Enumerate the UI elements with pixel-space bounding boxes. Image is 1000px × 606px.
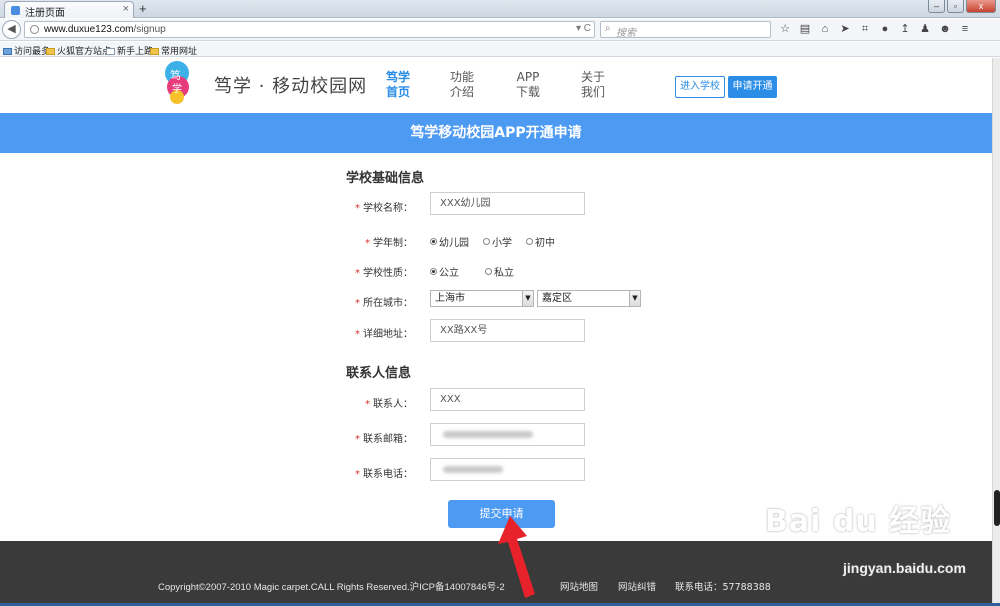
new-tab-button[interactable]: + (139, 1, 147, 16)
home-icon[interactable]: ⌂ (818, 22, 832, 36)
school-type-label: * 学校性质： (355, 268, 413, 279)
page-scrollbar[interactable] (992, 58, 1000, 603)
search-icon: ⌕ (605, 23, 611, 34)
page-title: 笃学移动校园APP开通申请 (0, 113, 992, 153)
school-section-title: 学校基础信息 (346, 171, 425, 186)
bookmark-icon (3, 48, 12, 55)
url-text: www.duxue123.com/signup (44, 24, 166, 35)
radio-private[interactable]: 私立 (485, 264, 514, 279)
baidu-watermark: Bai du 经验 jingyan.baidu.com (765, 496, 966, 576)
apply-button[interactable]: 申请开通 (728, 76, 777, 98)
watermark-url: jingyan.baidu.com (843, 560, 966, 576)
bookmark-item[interactable]: 新手上路 (106, 44, 153, 57)
address-input[interactable]: XX路XX号 (430, 319, 585, 342)
share-icon[interactable]: ↥ (898, 22, 912, 36)
crop-icon[interactable]: ⌗ (858, 22, 872, 36)
radio-unchecked-icon (485, 268, 492, 275)
radio-unchecked-icon (483, 238, 490, 245)
browser-tab-bar: 注册页面 × + – ▫ x (0, 0, 1000, 19)
radio-junior-high[interactable]: 初中 (526, 234, 555, 249)
maximize-button[interactable]: ▫ (947, 0, 964, 13)
dropdown-arrow-icon: ▼ (629, 291, 640, 306)
radio-primary[interactable]: 小学 (483, 234, 512, 249)
email-field[interactable] (430, 423, 585, 446)
watermark-brand: Bai du 经验 (765, 504, 952, 539)
svg-text:笃: 笃 (170, 68, 181, 82)
sitemap-link[interactable]: 网站地图 (560, 579, 598, 593)
radio-checked-icon (430, 268, 437, 275)
close-window-button[interactable]: x (966, 0, 996, 13)
folder-icon (150, 48, 159, 55)
bookmarks-bar: 访问最多 火狐官方站点 新手上路 常用网址 (0, 42, 1000, 57)
minimize-button[interactable]: – (928, 0, 945, 13)
contact-section-title: 联系人信息 (346, 366, 412, 381)
url-path: /signup (133, 24, 166, 35)
contact-name-input[interactable]: XXX (430, 388, 585, 411)
nav-item-app-download[interactable]: APP 下载 (510, 70, 546, 100)
person-icon[interactable]: ♟ (918, 22, 932, 36)
site-header: 笃 学 笃学 · 移动校园网 笃学 首页 功能 介绍 APP 下载 关于 我们 进入学校… (0, 58, 1000, 113)
school-type-radio-group: 公立 私立 (430, 264, 528, 279)
bookmark-item[interactable]: 火狐官方站点 (46, 44, 111, 57)
address-label: * 详细地址： (355, 329, 413, 340)
footer-phone: 联系电话：57788388 (675, 582, 771, 593)
toolbar-icons: ☆ ▤ ⌂ ➤ ⌗ ● ↥ ♟ ☻ ≡ (778, 22, 978, 36)
url-bar[interactable]: www.duxue123.com/signup ▾ C (24, 21, 595, 38)
enter-school-button[interactable]: 进入学校 (675, 76, 725, 98)
browser-tab[interactable]: 注册页面 × (4, 1, 134, 19)
url-host: www.duxue123.com (44, 24, 134, 35)
folder-icon (46, 48, 55, 55)
clipboard-icon[interactable]: ▤ (798, 22, 812, 36)
tab-title: 注册页面 (25, 8, 65, 19)
tab-favicon-icon (11, 6, 20, 15)
search-placeholder: 搜索 (616, 28, 636, 39)
phone-label: * 联系电话： (355, 469, 413, 480)
bookmark-item[interactable]: 访问最多 (3, 44, 50, 57)
email-label: * 联系邮箱： (355, 434, 413, 445)
chat-icon[interactable]: ● (878, 22, 892, 36)
globe-icon (30, 25, 39, 34)
site-logo-text[interactable]: 笃学 · 移动校园网 (214, 72, 367, 98)
reload-icon[interactable]: ▾ C (576, 23, 591, 34)
back-button[interactable]: ◀ (2, 20, 21, 39)
svg-text:学: 学 (172, 82, 182, 95)
menu-icon[interactable]: ≡ (958, 22, 972, 36)
scrollbar-thumb[interactable] (994, 490, 1000, 526)
copyright-text: Copyright©2007-2010 Magic carpet.CALL Ri… (158, 582, 505, 593)
tab-close-icon[interactable]: × (123, 3, 129, 15)
school-name-input[interactable]: XXX幼儿园 (430, 192, 585, 215)
district-select[interactable]: 嘉定区 ▼ (537, 290, 641, 307)
smiley-icon[interactable]: ☻ (938, 22, 952, 36)
bookmark-item[interactable]: 常用网址 (150, 44, 197, 57)
window-controls: – ▫ x (926, 0, 996, 13)
school-system-radio-group: 幼儿园 小学 初中 (430, 234, 569, 249)
browser-nav-bar: ◀ www.duxue123.com/signup ▾ C ⌕ 搜索 ☆ ▤ ⌂… (0, 19, 1000, 41)
nav-item-about[interactable]: 关于 我们 (575, 70, 611, 100)
star-icon[interactable]: ☆ (778, 22, 792, 36)
radio-public[interactable]: 公立 (430, 264, 459, 279)
radio-checked-icon (430, 238, 437, 245)
city-label: * 所在城市： (355, 298, 413, 309)
nav-item-features[interactable]: 功能 介绍 (444, 70, 480, 100)
radio-unchecked-icon (526, 238, 533, 245)
radio-kindergarten[interactable]: 幼儿园 (430, 234, 469, 249)
school-system-label: * 学年制： (365, 238, 413, 249)
nav-item-home[interactable]: 笃学 首页 (380, 70, 416, 100)
logo-icon[interactable]: 笃 学 (164, 60, 191, 104)
search-input[interactable]: ⌕ 搜索 (600, 21, 771, 39)
back-arrow-icon: ◀ (7, 23, 16, 35)
page-icon (106, 48, 115, 55)
phone-field[interactable] (430, 458, 585, 481)
school-name-label: * 学校名称： (355, 203, 413, 214)
send-icon[interactable]: ➤ (838, 22, 852, 36)
contact-name-label: * 联系人： (365, 399, 413, 410)
dropdown-arrow-icon: ▼ (522, 291, 533, 306)
annotation-arrow-icon (498, 516, 535, 598)
city-select[interactable]: 上海市 ▼ (430, 290, 534, 307)
report-error-link[interactable]: 网站纠错 (618, 579, 656, 593)
